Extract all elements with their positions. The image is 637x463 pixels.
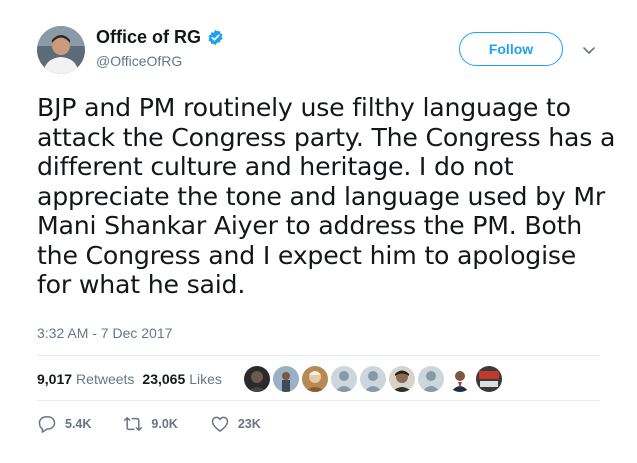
liker-avatar[interactable]	[476, 366, 502, 392]
retweet-icon	[124, 417, 143, 431]
liker-avatars	[244, 366, 502, 392]
divider	[37, 355, 600, 356]
likes-stat[interactable]: 23,065 Likes	[142, 371, 222, 387]
retweet-count: 9.0K	[151, 417, 178, 431]
avatar[interactable]	[37, 26, 85, 74]
retweets-label: Retweets	[76, 371, 135, 387]
liker-avatar[interactable]	[302, 366, 328, 392]
liker-avatar[interactable]	[389, 366, 415, 392]
retweet-action[interactable]: 9.0K	[123, 414, 178, 434]
liker-avatar[interactable]	[273, 366, 299, 392]
retweets-count: 9,017	[37, 371, 73, 387]
tweet-line: Mani Shankar Aiyer to address the PM. Bo…	[37, 211, 583, 240]
reply-action[interactable]: 5.4K	[37, 414, 91, 434]
chevron-down-icon[interactable]	[578, 39, 600, 61]
tweet-line: attack the Congress party. The Congress …	[37, 122, 616, 152]
tweet-timestamp[interactable]: 3:32 AM - 7 Dec 2017	[37, 325, 172, 341]
likes-label: Likes	[189, 371, 222, 387]
tweet-card: Office of RG @OfficeOfRG Follow BJP and …	[0, 0, 637, 463]
engagement-stats: 9,017 Retweets 23,065 Likes	[37, 371, 222, 387]
likes-count: 23,065	[142, 371, 186, 387]
reply-count: 5.4K	[65, 417, 92, 431]
heart-icon	[211, 416, 229, 432]
display-name-row[interactable]: Office of RG	[96, 27, 224, 48]
retweets-stat[interactable]: 9,017 Retweets	[37, 371, 134, 387]
follow-button[interactable]: Follow	[459, 32, 563, 66]
tweet-line: different culture and heritage. I do not	[37, 152, 514, 181]
liker-avatar-default[interactable]	[418, 366, 444, 392]
divider	[37, 400, 600, 401]
tweet-line: BJP and PM routinely use filthy language…	[37, 93, 571, 122]
tweet-line: appreciate the tone and language used by…	[37, 181, 606, 211]
user-handle[interactable]: @OfficeOfRG	[96, 53, 182, 69]
liker-avatar-default[interactable]	[331, 366, 357, 392]
tweet-line: for what he said.	[37, 270, 246, 299]
like-count: 23K	[237, 417, 261, 431]
liker-avatar-default[interactable]	[360, 366, 386, 392]
display-name[interactable]: Office of RG	[96, 27, 201, 48]
reply-icon	[38, 416, 56, 433]
liker-avatar[interactable]	[244, 366, 270, 392]
tweet-line: the Congress and I expect him to apologi…	[37, 240, 577, 270]
verified-badge-icon	[207, 29, 224, 46]
like-action[interactable]: 23K	[210, 414, 261, 434]
liker-avatar[interactable]	[447, 366, 473, 392]
tweet-actions: 5.4K 9.0K 23K	[37, 414, 293, 434]
tweet-text: BJP and PM routinely use filthy language…	[37, 93, 616, 300]
